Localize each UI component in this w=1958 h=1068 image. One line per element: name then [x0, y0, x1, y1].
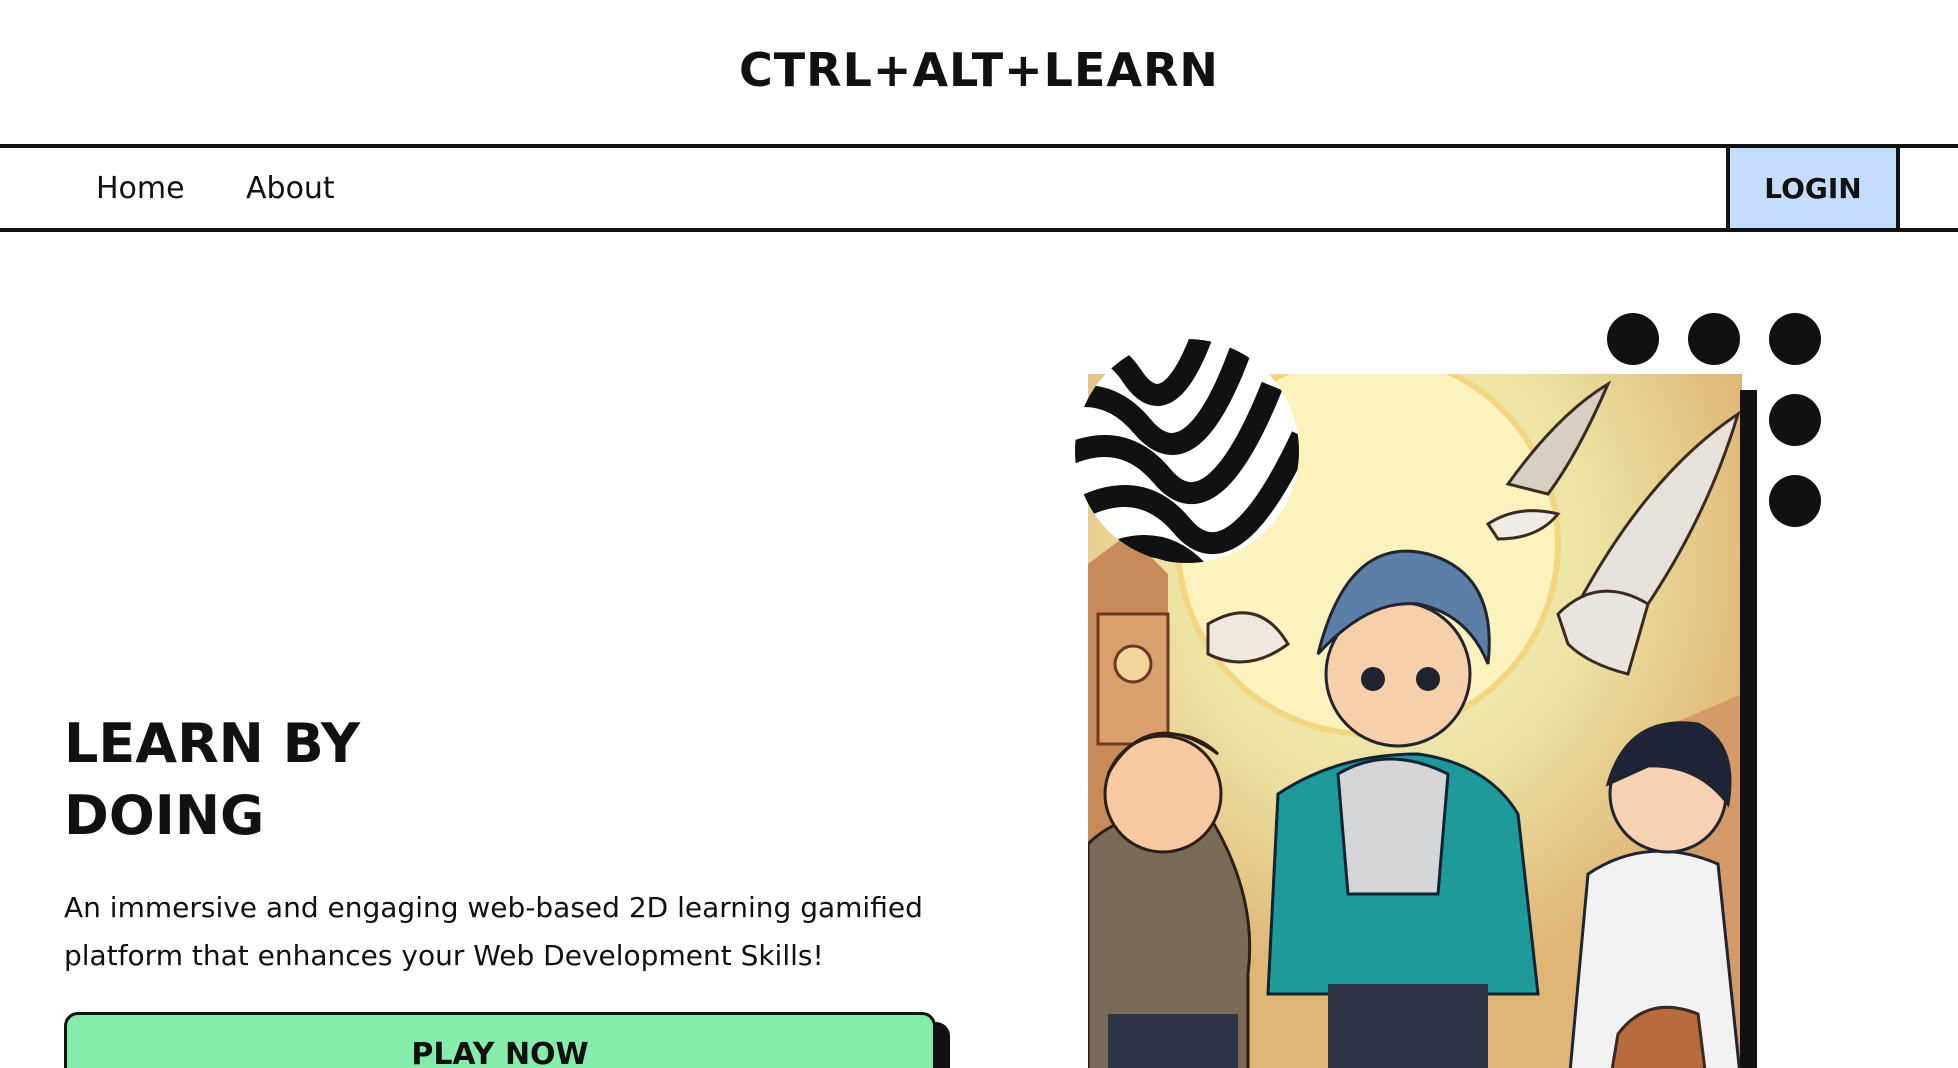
dot-decoration: [1769, 394, 1821, 446]
login-button[interactable]: LOGIN: [1726, 148, 1900, 228]
play-now-button[interactable]: PLAY NOW: [64, 1012, 936, 1068]
hero-visual: [1060, 300, 1860, 1068]
frame-shadow-bar: [1740, 390, 1757, 1068]
striped-circle-decoration: [1075, 339, 1299, 563]
dot-decoration: [1769, 313, 1821, 365]
site-header: CTRL+ALT+LEARN: [0, 0, 1958, 144]
nav-link-home[interactable]: Home: [96, 148, 185, 228]
hero-heading-line-1: LEARN BY: [64, 712, 360, 775]
dot-decoration: [1769, 475, 1821, 527]
dot-decoration: [1607, 313, 1659, 365]
dot-decoration: [1688, 313, 1740, 365]
hero-heading: LEARN BY DOING: [64, 708, 584, 852]
nav-link-about[interactable]: About: [246, 148, 335, 228]
hero-description: An immersive and engaging web-based 2D l…: [64, 891, 923, 972]
landing-page: CTRL+ALT+LEARN Home About LOGIN LEARN BY…: [0, 0, 1958, 1068]
hero-heading-line-2: DOING: [64, 784, 265, 847]
site-title: CTRL+ALT+LEARN: [739, 43, 1219, 97]
navbar: Home About LOGIN: [0, 144, 1958, 232]
